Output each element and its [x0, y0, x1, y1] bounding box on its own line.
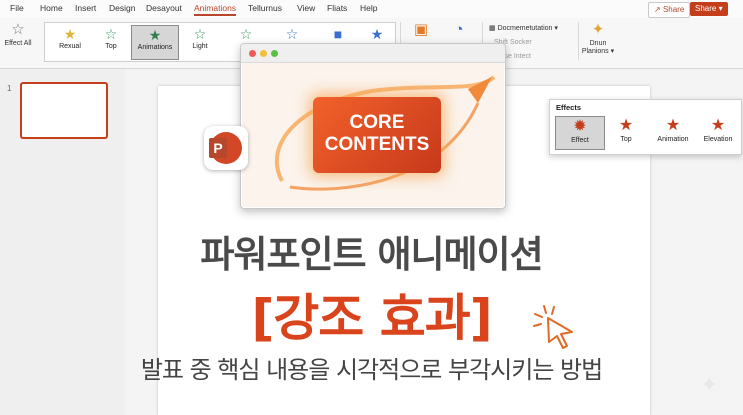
star-icon: ☆ [193, 26, 207, 42]
elevation-label: Elevation [703, 136, 733, 143]
cursor-click-icon [533, 305, 573, 349]
menu-help[interactable]: Help [360, 3, 377, 13]
menu-view[interactable]: View [297, 3, 315, 13]
effects-panel: Effects ✹ Effect ★ Top ★ Animation ★ Ele… [549, 99, 742, 155]
share-dropdown-button[interactable]: Share ▾ [690, 2, 728, 16]
gallery-item[interactable]: ★ Rexual [47, 25, 93, 58]
maximize-dot-icon[interactable] [271, 50, 278, 57]
share-label: Share [662, 5, 685, 14]
menu-fliats[interactable]: Fliats [327, 3, 347, 13]
star-icon: ☆ [104, 26, 118, 42]
star-icon: ★ [370, 26, 384, 42]
menu-home[interactable]: Home [40, 3, 63, 13]
share2-label: Share [695, 4, 717, 13]
window-titlebar [241, 44, 505, 63]
animation-label: Animation [657, 136, 689, 143]
docmentation-label: Docmemetutation [497, 25, 553, 32]
share-button[interactable]: ↗ Share [648, 2, 691, 18]
clock-icon: ◔ [454, 21, 464, 38]
effect-all-button[interactable]: ☆ Effect All [0, 20, 36, 60]
effects-title: Effects [556, 103, 582, 112]
star-icon: ★ [63, 26, 77, 42]
star-rising-icon: ★ [710, 117, 726, 134]
square-icon: ■ [333, 26, 343, 42]
preview-window: CORE CONTENTS [240, 43, 506, 209]
docmentation-dropdown[interactable]: ▦ Docmemetutation ▾ [489, 24, 558, 32]
planions-label: Planions [581, 48, 609, 55]
gallery-label: Top [105, 43, 117, 50]
star-icon: ★ [618, 117, 634, 134]
star-outline-icon: ☆ [11, 21, 25, 38]
slide-number: 1 [7, 84, 12, 93]
slide-title: 파워포인트 애니메이션 [200, 233, 543, 276]
gallery-item-selected[interactable]: ★ Animations [131, 25, 179, 60]
dnun-label: Dnun [589, 40, 607, 47]
slide-thumbnail[interactable] [20, 82, 108, 139]
menu-layout[interactable]: Desayout [146, 3, 182, 13]
gallery-item[interactable]: ☆ Light [177, 25, 223, 58]
gallery-label: Animations [137, 44, 173, 51]
effect-all-label: Effect All [4, 40, 32, 47]
menu-design[interactable]: Design [109, 3, 135, 13]
menu-file[interactable]: File [10, 3, 24, 13]
minimize-dot-icon[interactable] [260, 50, 267, 57]
core-contents-button: CORE CONTENTS [313, 97, 441, 173]
preview-body: CORE CONTENTS [242, 63, 504, 207]
effect-option[interactable]: ✹ Effect [555, 116, 605, 150]
powerpoint-logo-icon: P [204, 126, 248, 170]
core-line2: CONTENTS [324, 134, 430, 155]
menu-animations[interactable]: Animations [194, 3, 237, 16]
slide-emphasis: [강조 효과] [251, 289, 492, 347]
star-icon: ★ [665, 117, 681, 134]
gallery-label: Rexual [59, 43, 81, 50]
star-icon: ☆ [285, 26, 299, 42]
gallery-label: Light [192, 43, 208, 50]
sparkle-icon: ✦ [591, 21, 605, 38]
shape-icon: ▣ [413, 21, 429, 38]
star-icon: ☆ [239, 26, 253, 42]
menu-tellurnus[interactable]: Tellurnus [248, 3, 282, 13]
elevation-option[interactable]: ★ Elevation [696, 116, 740, 148]
star-icon: ★ [148, 27, 162, 43]
top-label: Top [620, 136, 632, 143]
sparkle-watermark-icon: ✦ [700, 372, 719, 397]
menu-bar: File Home Insert Design Desayout Animati… [0, 0, 743, 18]
gallery-item[interactable]: ☆ Top [88, 25, 134, 58]
effect-label: Effect [571, 137, 589, 144]
dnun-planions-button[interactable]: ✦ Dnun Planions ▾ [578, 20, 618, 60]
core-line1: CORE [349, 112, 405, 133]
close-dot-icon[interactable] [249, 50, 256, 57]
menu-insert[interactable]: Insert [75, 3, 96, 13]
top-option[interactable]: ★ Top [602, 116, 650, 148]
ppt-letter: P [209, 138, 227, 158]
burst-icon: ✹ [573, 118, 587, 135]
animation-option[interactable]: ★ Animation [649, 116, 697, 148]
slide-subtitle: 발표 중 핵심 내용을 시각적으로 부각시키는 방법 [140, 356, 603, 384]
